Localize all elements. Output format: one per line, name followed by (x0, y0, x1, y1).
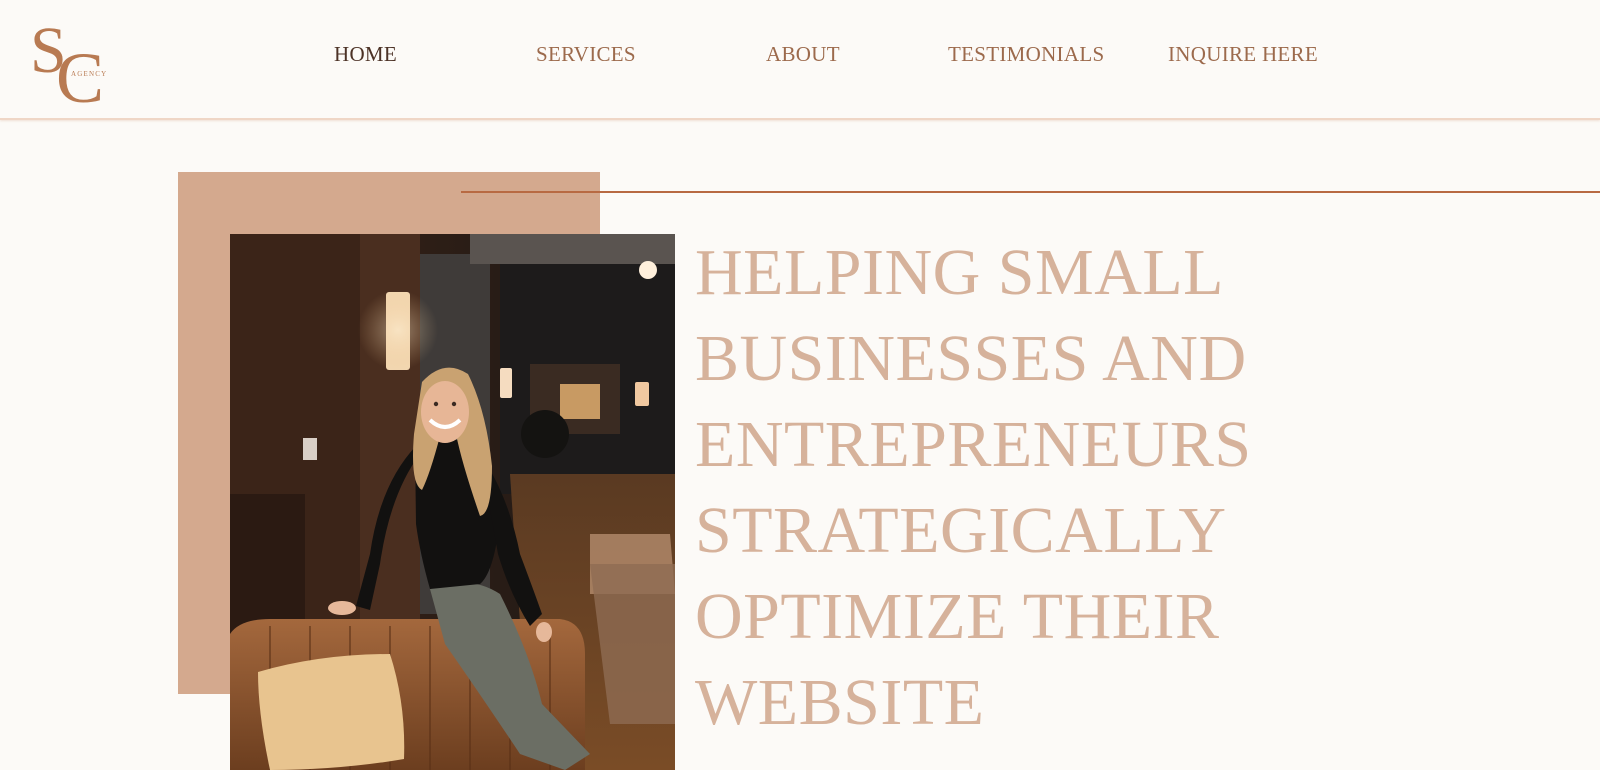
headline-line: BUSINESSES AND (695, 322, 1247, 395)
nav-inquire-here[interactable]: INQUIRE HERE (1168, 42, 1318, 67)
nav-home[interactable]: HOME (334, 42, 397, 67)
headline-line: STRATEGICALLY (695, 494, 1227, 567)
headline-line: ENTREPRENEURS (695, 408, 1252, 481)
page: S C AGENCY HOME SERVICES ABOUT TESTIMONI… (0, 0, 1600, 770)
nav-about[interactable]: ABOUT (766, 42, 840, 67)
headline-line: HELPING SMALL (695, 236, 1224, 309)
logo[interactable]: S C AGENCY (30, 10, 116, 106)
hero-photo (230, 234, 675, 770)
nav-services[interactable]: SERVICES (536, 42, 636, 67)
site-header: S C AGENCY HOME SERVICES ABOUT TESTIMONI… (0, 0, 1600, 120)
logo-mark-icon: S C AGENCY (30, 14, 107, 106)
headline-line: WEBSITE (695, 666, 985, 739)
nav-testimonials[interactable]: TESTIMONIALS (948, 42, 1104, 67)
hero-headline: HELPING SMALL BUSINESSES AND ENTREPRENEU… (695, 230, 1335, 746)
accent-divider-line (461, 191, 1600, 193)
svg-text:AGENCY: AGENCY (71, 70, 107, 78)
headline-line: OPTIMIZE THEIR (695, 580, 1220, 653)
portrait-image (230, 234, 675, 770)
